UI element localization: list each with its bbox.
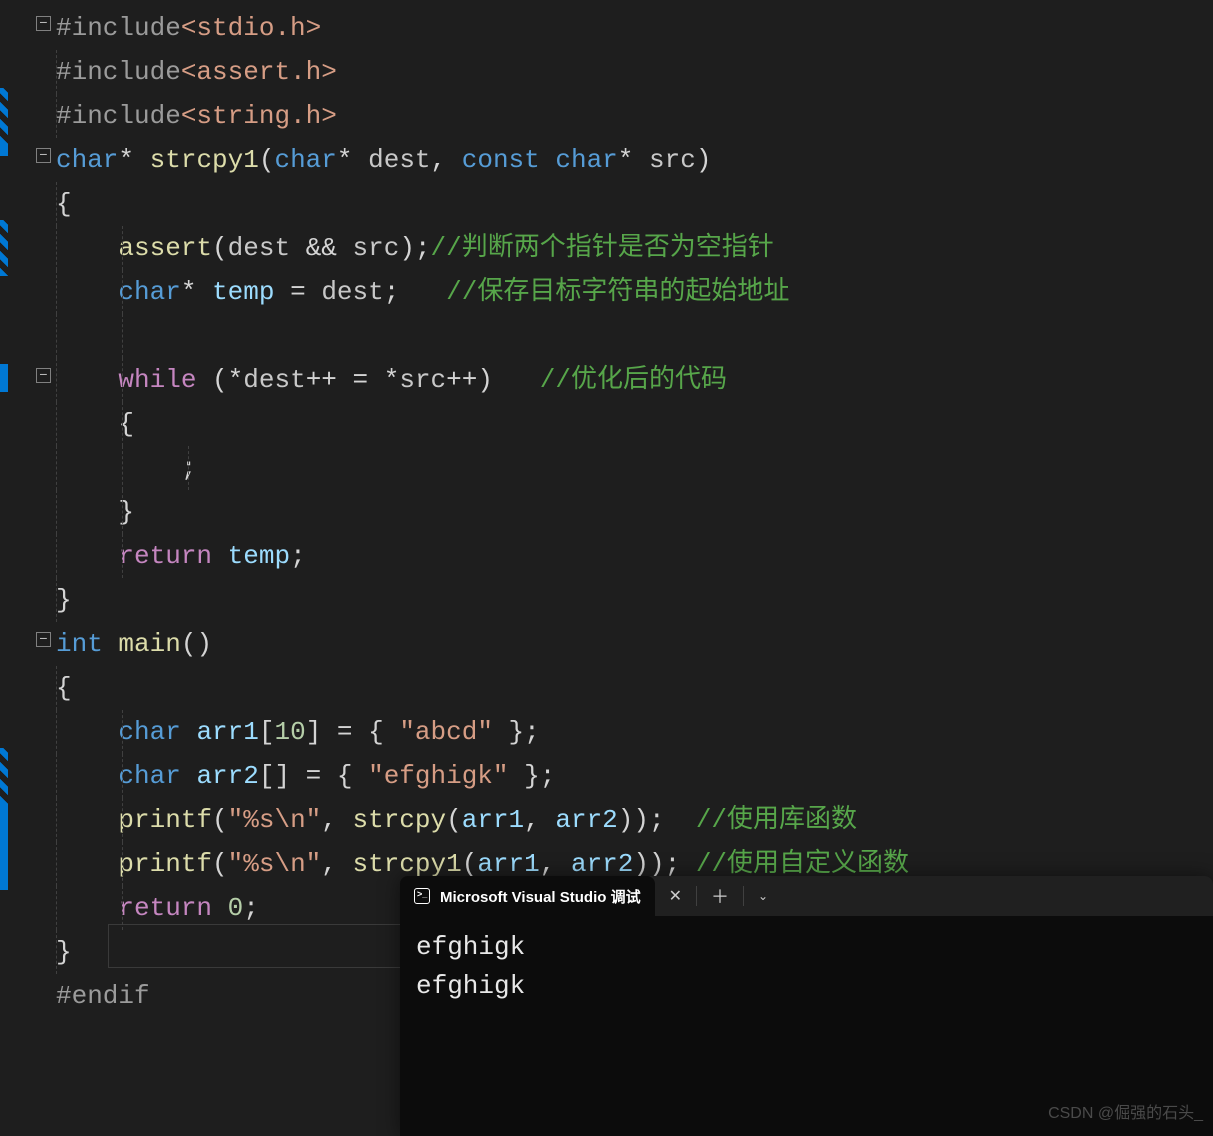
terminal-tabbar: Microsoft Visual Studio 调试 ✕ ＋ ⌄ [400,876,1213,916]
fold-icon[interactable] [36,148,51,163]
endif: #endif [56,981,150,1011]
chevron-down-icon[interactable]: ⌄ [744,876,782,916]
fold-icon[interactable] [36,368,51,383]
fold-icon[interactable] [36,632,51,647]
comment: //优化后的代码 [540,365,727,395]
main-function: main [118,629,180,659]
gutter [0,0,56,1129]
header-file: <stdio.h> [181,13,321,43]
assert-call: assert [118,233,212,263]
comment: //判断两个指针是否为空指针 [431,233,774,263]
terminal-title: Microsoft Visual Studio 调试 [440,886,641,907]
terminal-icon [414,888,430,904]
output-line: efghigk [416,967,1197,1006]
preprocessor: #include [56,57,181,87]
function-name: strcpy1 [150,145,259,175]
terminal-output: efghigk efghigk [400,916,1213,1018]
watermark: CSDN @倔强的石头_ [1048,1099,1203,1123]
while-keyword: while [118,365,196,395]
header-file: <string.h> [181,101,337,131]
new-tab-button[interactable]: ＋ [697,876,743,916]
comment: //使用自定义函数 [696,849,909,879]
header-file: <assert.h> [181,57,337,87]
preprocessor: #include [56,13,181,43]
terminal-window[interactable]: Microsoft Visual Studio 调试 ✕ ＋ ⌄ efghigk… [400,876,1213,1136]
fold-icon[interactable] [36,16,51,31]
comment: //保存目标字符串的起始地址 [446,277,789,307]
comment: //使用库函数 [696,805,857,835]
close-icon[interactable]: ✕ [655,876,696,916]
type: char [56,145,118,175]
return-keyword: return [118,541,212,571]
preprocessor: #include [56,101,181,131]
terminal-tab[interactable]: Microsoft Visual Studio 调试 [400,876,655,916]
output-line: efghigk [416,928,1197,967]
